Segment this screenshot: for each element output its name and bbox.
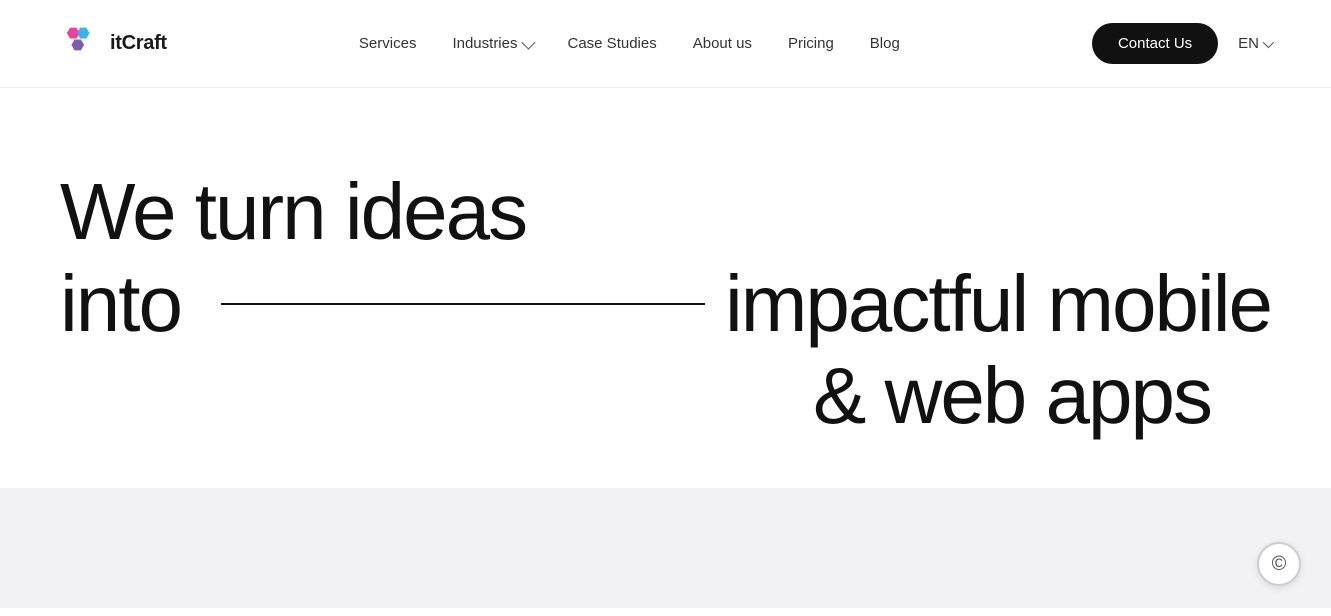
chevron-down-icon (521, 35, 535, 49)
hero-separator-line (221, 303, 705, 305)
nav-link-services[interactable]: Services (359, 35, 417, 52)
language-selector[interactable]: EN (1238, 35, 1271, 52)
hero-into-text: into (60, 256, 181, 352)
hero-line-2: into impactful mobile (60, 256, 1271, 352)
contact-button[interactable]: Contact Us (1092, 23, 1218, 64)
navbar: itCraft Services Industries Case Studies… (0, 0, 1331, 88)
nav-link-case-studies[interactable]: Case Studies (568, 35, 657, 52)
brand-name: itCraft (110, 32, 167, 55)
chevron-down-icon (1263, 36, 1274, 47)
nav-item-pricing[interactable]: Pricing (788, 35, 834, 53)
hero-right-text: impactful mobile (725, 256, 1271, 352)
copyright-badge: © (1257, 542, 1301, 586)
nav-item-services[interactable]: Services (359, 35, 417, 53)
nav-item-about[interactable]: About us (693, 35, 752, 53)
nav-item-case-studies[interactable]: Case Studies (568, 35, 657, 53)
nav-link-industries[interactable]: Industries (452, 35, 531, 52)
nav-right: Contact Us EN (1092, 23, 1271, 64)
hero-line-3: & web apps (60, 352, 1271, 480)
hero-section: We turn ideas into impactful mobile & we… (0, 88, 1331, 488)
nav-link-pricing[interactable]: Pricing (788, 35, 834, 52)
logo-icon (60, 24, 100, 64)
nav-item-industries[interactable]: Industries (452, 35, 531, 52)
nav-link-blog[interactable]: Blog (870, 35, 900, 52)
gray-section (0, 488, 1331, 608)
logo-link[interactable]: itCraft (60, 24, 167, 64)
nav-item-blog[interactable]: Blog (870, 35, 900, 53)
hero-line-1: We turn ideas (60, 168, 1271, 256)
nav-link-about[interactable]: About us (693, 35, 752, 52)
nav-links: Services Industries Case Studies About u… (359, 35, 900, 53)
